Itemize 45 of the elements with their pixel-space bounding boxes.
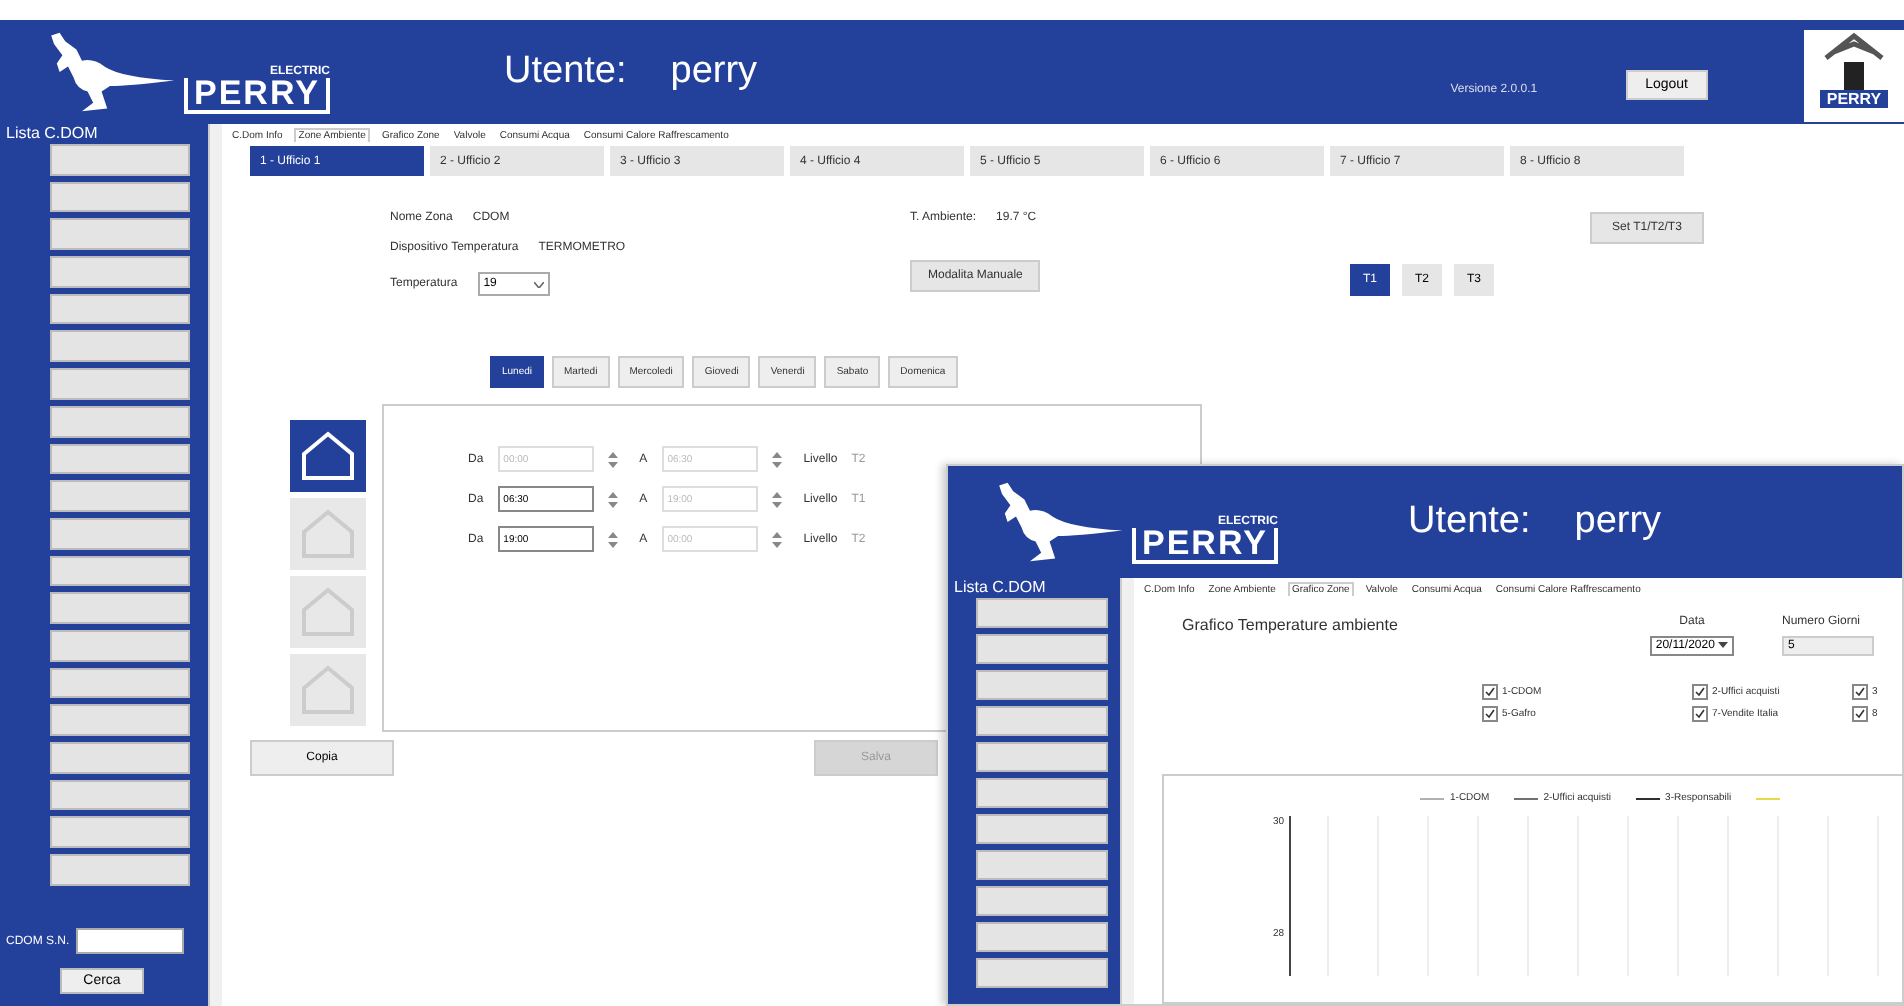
checkbox[interactable]: [1692, 684, 1708, 700]
device-button[interactable]: [50, 181, 190, 213]
device-button[interactable]: [50, 405, 190, 437]
logo-text: PERRY: [1820, 90, 1888, 108]
device-button[interactable]: [50, 816, 190, 849]
chart-title: Grafico Temperature ambiente: [1182, 616, 1400, 638]
device-button[interactable]: [50, 218, 190, 251]
device-button[interactable]: [50, 629, 190, 662]
scrollbar[interactable]: [1120, 578, 1134, 1004]
house-icon: [300, 430, 356, 482]
device-button[interactable]: [50, 330, 190, 363]
sidebar-title: Lista C.DOM: [952, 578, 1048, 598]
checkbox[interactable]: [1482, 706, 1498, 722]
device-button[interactable]: [50, 779, 190, 811]
scrollbar[interactable]: [208, 124, 222, 1006]
house-icon: [300, 508, 356, 560]
device-button[interactable]: [50, 667, 190, 699]
user-name: perry: [1574, 500, 1662, 544]
spinner-icon[interactable]: [607, 491, 618, 507]
user-label: Utente:: [504, 50, 627, 94]
house-icon: [1820, 30, 1888, 90]
spinner-icon[interactable]: [771, 451, 782, 467]
device-button[interactable]: [50, 517, 190, 550]
dropdown-icon[interactable]: [1718, 642, 1729, 648]
logo-text: PERRY: [184, 78, 330, 114]
spinner-icon[interactable]: [771, 531, 782, 547]
spinner-icon[interactable]: [607, 531, 618, 547]
mode-icon-button[interactable]: [290, 420, 366, 492]
checkbox[interactable]: [1692, 706, 1708, 722]
search-field[interactable]: [75, 928, 184, 954]
spinner-icon[interactable]: [607, 451, 618, 467]
logo-text: PERRY: [1132, 528, 1278, 564]
spinner-icon[interactable]: [771, 491, 782, 507]
checkbox[interactable]: [1482, 684, 1498, 700]
user-label: Utente:: [1408, 500, 1531, 544]
device-button[interactable]: [50, 443, 190, 475]
user-name: perry: [670, 50, 758, 94]
house-icon: [300, 664, 356, 716]
checkbox[interactable]: [1852, 684, 1868, 700]
chevron-icon: [533, 281, 544, 287]
device-button[interactable]: [50, 555, 190, 587]
device-button[interactable]: [50, 293, 190, 325]
house-icon: [300, 586, 356, 638]
sidebar-title: Lista C.DOM: [4, 124, 100, 144]
checkbox[interactable]: [1852, 706, 1868, 722]
